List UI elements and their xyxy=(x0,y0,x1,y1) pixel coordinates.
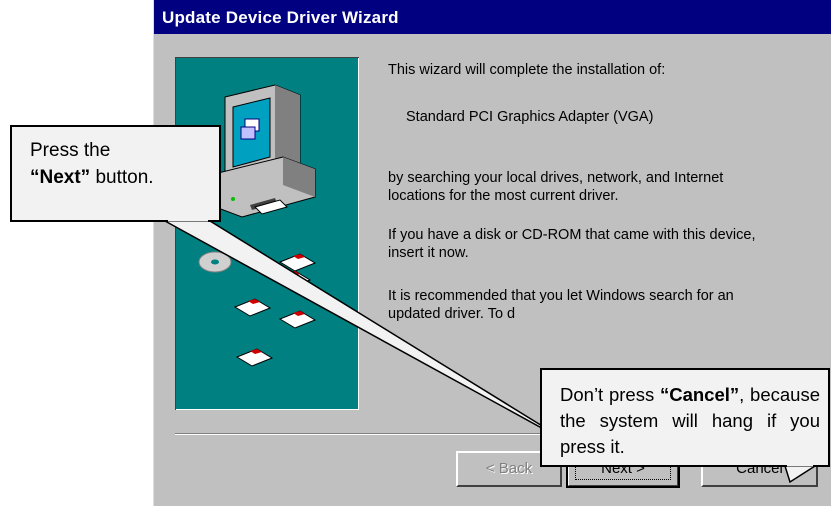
back-button-label: < Back xyxy=(485,460,533,477)
recommendation-line-1: It is recommended that you let Windows s… xyxy=(388,288,734,304)
cancel-callout-keyword: “Cancel” xyxy=(659,384,740,405)
next-callout-line-1: Press the xyxy=(30,140,111,161)
window-title: Update Device Driver Wizard xyxy=(162,8,399,27)
wizard-bitmap-panel xyxy=(175,57,359,410)
disk-instruction-line-2: insert it now. xyxy=(388,245,469,261)
next-callout-rest: button. xyxy=(90,167,154,188)
search-description-line-1: by searching your local drives, network,… xyxy=(388,170,724,186)
next-callout-keyword: “Next” xyxy=(30,167,91,188)
computer-with-disks-icon xyxy=(198,84,317,367)
search-description-line-2: locations for the most current driver. xyxy=(388,188,619,204)
recommendation-line-2: updated driver. To d xyxy=(388,306,516,322)
cancel-callout: Don’t press “Cancel”, because the system… xyxy=(540,368,830,467)
intro-text: This wizard will complete the installati… xyxy=(388,62,666,78)
device-name: Standard PCI Graphics Adapter (VGA) xyxy=(406,109,654,125)
title-bar[interactable]: Update Device Driver Wizard xyxy=(154,0,831,34)
next-callout: Press the “Next” button. xyxy=(10,125,221,222)
disk-instruction-line-1: If you have a disk or CD-ROM that came w… xyxy=(388,227,756,243)
cancel-callout-prefix: Don’t press xyxy=(560,384,660,405)
